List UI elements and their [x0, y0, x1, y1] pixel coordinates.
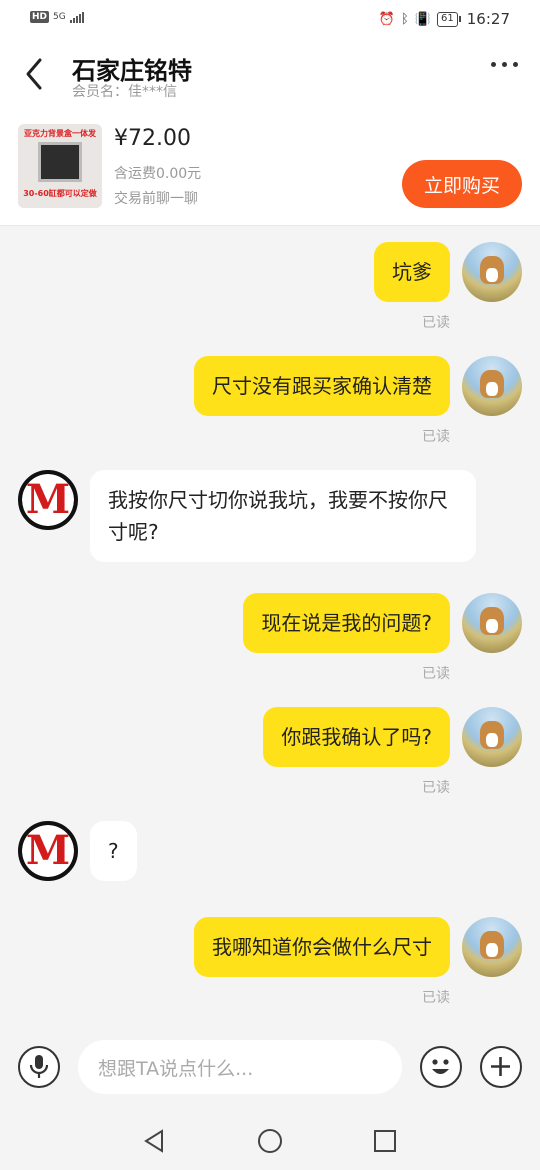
battery-level: 61: [437, 11, 458, 27]
seller-avatar[interactable]: M: [18, 821, 78, 881]
emoji-icon[interactable]: [420, 1046, 462, 1088]
message-bubble-theirs[interactable]: 我按你尺寸切你说我坑，我要不按你尺寸呢?: [90, 470, 476, 562]
message-bubble-theirs[interactable]: ?: [90, 821, 137, 881]
microphone-icon[interactable]: [18, 1046, 60, 1088]
product-card[interactable]: 亚克力背景盒一体发 30-60缸都可以定做 ¥72.00 含运费0.00元 交易…: [0, 108, 540, 226]
read-receipt: 已读: [422, 780, 450, 796]
chevron-left-icon[interactable]: [20, 54, 50, 94]
read-receipt: 已读: [422, 315, 450, 331]
status-right: ⏰ ᛒ 📳 61 16:27: [379, 10, 510, 28]
more-dots-icon[interactable]: [491, 62, 518, 67]
alarm-icon: ⏰: [378, 11, 396, 27]
status-left: HD 5G: [30, 11, 84, 23]
vibrate-icon: 📳: [414, 11, 432, 27]
my-avatar[interactable]: [462, 242, 522, 302]
system-nav-bar: [0, 1112, 540, 1170]
read-receipt: 已读: [422, 429, 450, 445]
message-list[interactable]: 坑爹 已读 尺寸没有跟买家确认清楚 已读 M 我按你尺寸切你说我坑，我要不按你尺…: [0, 226, 540, 1040]
nav-home-icon[interactable]: [255, 1126, 285, 1156]
read-receipt: 已读: [422, 990, 450, 1006]
shipping-info: 含运费0.00元: [114, 166, 202, 182]
message-bubble-mine[interactable]: 坑爹: [374, 242, 450, 302]
message-bubble-mine[interactable]: 尺寸没有跟买家确认清楚: [194, 356, 450, 416]
plus-icon[interactable]: [480, 1046, 522, 1088]
read-receipt: 已读: [422, 666, 450, 682]
signal-icon: [69, 11, 84, 23]
message-input[interactable]: 想跟TA说点什么...: [78, 1040, 402, 1094]
nav-back-icon[interactable]: [140, 1126, 170, 1156]
nav-recents-icon[interactable]: [370, 1126, 400, 1156]
message-bubble-mine[interactable]: 我哪知道你会做什么尺寸: [194, 917, 450, 977]
product-price: ¥72.00: [114, 126, 191, 151]
message-bubble-mine[interactable]: 现在说是我的问题?: [243, 593, 450, 653]
bluetooth-icon: ᛒ: [401, 11, 409, 27]
network-type: 5G: [53, 11, 66, 22]
chat-header: 石家庄铭特 会员名：佳***信: [0, 40, 540, 108]
battery-icon: 61: [437, 11, 461, 27]
my-avatar[interactable]: [462, 356, 522, 416]
buy-now-button[interactable]: 立即购买: [402, 160, 522, 208]
member-name: 会员名：佳***信: [72, 84, 177, 100]
my-avatar[interactable]: [462, 917, 522, 977]
hd-badge: HD: [30, 11, 50, 23]
seller-avatar[interactable]: M: [18, 470, 78, 530]
status-bar: HD 5G ⏰ ᛒ 📳 61 16:27: [0, 0, 540, 40]
product-image-text-top: 亚克力背景盒一体发: [24, 129, 96, 138]
message-bubble-mine[interactable]: 你跟我确认了吗?: [263, 707, 450, 767]
clock: 16:27: [466, 10, 510, 28]
product-image-text-bottom: 30-60缸都可以定做: [23, 189, 97, 198]
chat-hint: 交易前聊一聊: [114, 191, 198, 207]
input-bar: 想跟TA说点什么...: [0, 1036, 540, 1112]
my-avatar[interactable]: [462, 707, 522, 767]
my-avatar[interactable]: [462, 593, 522, 653]
product-image[interactable]: 亚克力背景盒一体发 30-60缸都可以定做: [18, 124, 102, 208]
